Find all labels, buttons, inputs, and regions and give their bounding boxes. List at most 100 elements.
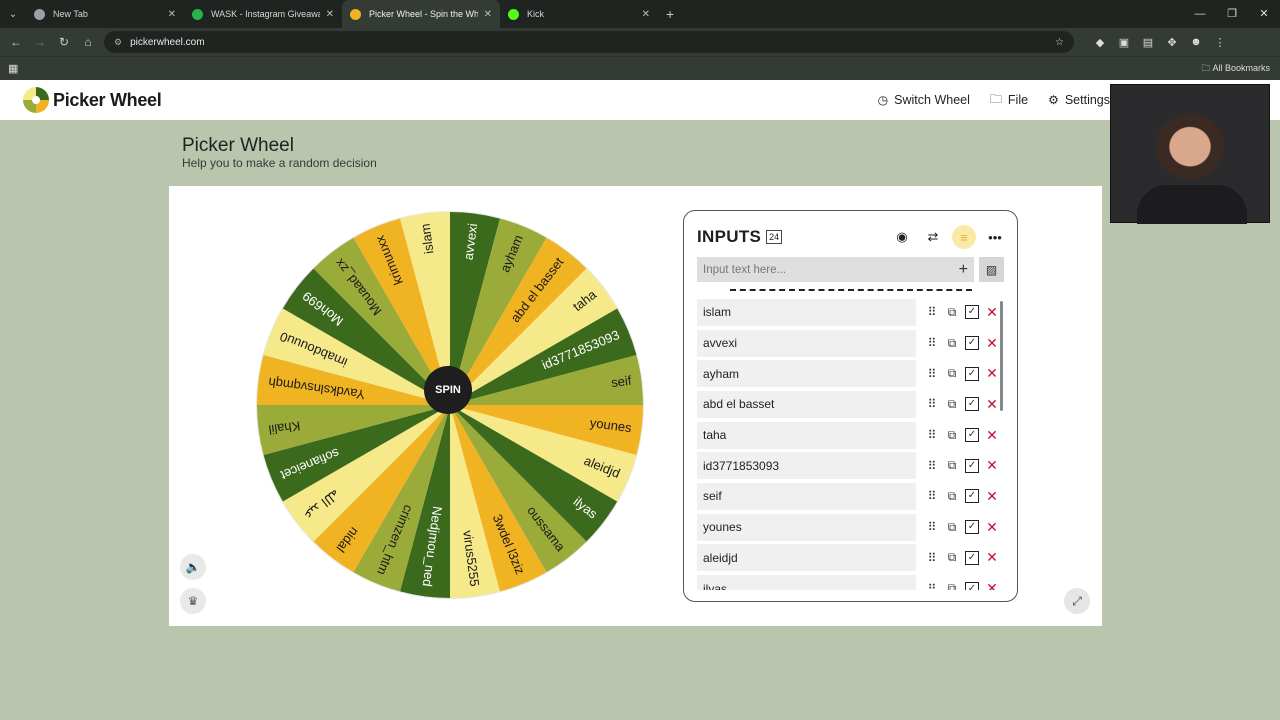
extensions-puzzle-icon[interactable]: ✥: [1160, 36, 1184, 49]
delete-icon[interactable]: ✕: [982, 519, 1002, 536]
delete-icon[interactable]: ✕: [982, 488, 1002, 505]
delete-icon[interactable]: ✕: [982, 427, 1002, 444]
extension-icon[interactable]: ◆: [1088, 36, 1112, 49]
input-entry-text[interactable]: islam: [697, 298, 916, 326]
menu-kebab-icon[interactable]: ⋮: [1208, 36, 1232, 49]
input-text-field[interactable]: Input text here... +: [697, 257, 974, 282]
spin-button[interactable]: SPIN: [424, 366, 472, 414]
include-checkbox[interactable]: ✓: [965, 305, 979, 320]
forward-icon[interactable]: →: [28, 35, 52, 49]
file-button[interactable]: 🗀 File: [990, 90, 1028, 111]
extension-icon[interactable]: ▣: [1112, 36, 1136, 49]
drag-handle-icon[interactable]: ⠿: [922, 336, 942, 350]
eye-icon[interactable]: ◉: [890, 225, 914, 249]
include-checkbox[interactable]: ✓: [965, 550, 979, 565]
input-entry-controls: ⠿ ⧉ ✓ ✕: [922, 335, 1002, 352]
new-tab-button[interactable]: +: [666, 6, 674, 22]
sound-icon[interactable]: 🔈: [180, 554, 206, 580]
tab-close-icon[interactable]: ✕: [484, 9, 492, 20]
input-entry-row: abd el basset ⠿ ⧉ ✓ ✕: [697, 389, 1007, 420]
duplicate-icon[interactable]: ⧉: [942, 428, 962, 443]
input-entry-text[interactable]: younes: [697, 513, 916, 541]
sort-icon[interactable]: ≡: [952, 225, 976, 249]
profile-icon[interactable]: ☻: [1184, 36, 1208, 48]
drag-handle-icon[interactable]: ⠿: [922, 459, 942, 473]
input-entry-text[interactable]: aleidjd: [697, 544, 916, 572]
delete-icon[interactable]: ✕: [982, 304, 1002, 321]
delete-icon[interactable]: ✕: [982, 335, 1002, 352]
duplicate-icon[interactable]: ⧉: [942, 305, 962, 320]
browser-tab[interactable]: Kick ✕: [500, 0, 658, 28]
delete-icon[interactable]: ✕: [982, 396, 1002, 413]
include-checkbox[interactable]: ✓: [965, 397, 979, 412]
more-icon[interactable]: •••: [983, 225, 1007, 249]
include-checkbox[interactable]: ✓: [965, 520, 979, 535]
image-upload-icon[interactable]: ▨: [979, 257, 1004, 282]
duplicate-icon[interactable]: ⧉: [942, 458, 962, 473]
delete-icon[interactable]: ✕: [982, 457, 1002, 474]
reload-icon[interactable]: ↻: [52, 35, 76, 49]
restore-icon[interactable]: ❐: [1216, 0, 1248, 28]
duplicate-icon[interactable]: ⧉: [942, 366, 962, 381]
inputs-panel: INPUTS 24 ◉ ⇄ ≡ ••• Input text here... +…: [683, 210, 1018, 602]
site-logo[interactable]: Picker Wheel: [23, 87, 162, 113]
input-entry-controls: ⠿ ⧉ ✓ ✕: [922, 519, 1002, 536]
include-checkbox[interactable]: ✓: [965, 489, 979, 504]
duplicate-icon[interactable]: ⧉: [942, 489, 962, 504]
trophy-icon[interactable]: ♛: [180, 588, 206, 614]
tab-close-icon[interactable]: ✕: [168, 9, 176, 20]
include-checkbox[interactable]: ✓: [965, 428, 979, 443]
extension-icon[interactable]: ▤: [1136, 36, 1160, 49]
drag-handle-icon[interactable]: ⠿: [922, 582, 942, 590]
bookmark-star-icon[interactable]: ☆: [1055, 37, 1064, 48]
input-entry-row: seif ⠿ ⧉ ✓ ✕: [697, 481, 1007, 512]
site-info-icon[interactable]: ⚙: [114, 37, 122, 48]
input-entry-text[interactable]: seif: [697, 482, 916, 510]
delete-icon[interactable]: ✕: [982, 365, 1002, 382]
drag-handle-icon[interactable]: ⠿: [922, 489, 942, 503]
minimize-icon[interactable]: —: [1184, 0, 1216, 28]
include-checkbox[interactable]: ✓: [965, 336, 979, 351]
tab-close-icon[interactable]: ✕: [642, 9, 650, 20]
drag-handle-icon[interactable]: ⠿: [922, 551, 942, 565]
delete-icon[interactable]: ✕: [982, 580, 1002, 590]
back-icon[interactable]: ←: [4, 35, 28, 49]
input-entry-text[interactable]: ayham: [697, 360, 916, 388]
include-checkbox[interactable]: ✓: [965, 581, 979, 590]
inputs-scrollbar[interactable]: [1000, 301, 1003, 411]
include-checkbox[interactable]: ✓: [965, 458, 979, 473]
all-bookmarks-link[interactable]: 🗀 All Bookmarks: [1201, 61, 1270, 77]
browser-tab[interactable]: New Tab ✕: [26, 0, 184, 28]
apps-grid-icon[interactable]: ▦: [8, 62, 18, 75]
input-entry-text[interactable]: taha: [697, 421, 916, 449]
input-entry-row: ayham ⠿ ⧉ ✓ ✕: [697, 358, 1007, 389]
tab-close-icon[interactable]: ✕: [326, 9, 334, 20]
duplicate-icon[interactable]: ⧉: [942, 581, 962, 590]
close-window-icon[interactable]: ✕: [1248, 0, 1280, 28]
input-entry-text[interactable]: ilyas: [697, 575, 916, 590]
drag-handle-icon[interactable]: ⠿: [922, 367, 942, 381]
duplicate-icon[interactable]: ⧉: [942, 520, 962, 535]
drag-handle-icon[interactable]: ⠿: [922, 305, 942, 319]
input-entry-text[interactable]: id3771853093: [697, 452, 916, 480]
input-entry-text[interactable]: abd el basset: [697, 390, 916, 418]
duplicate-icon[interactable]: ⧉: [942, 397, 962, 412]
add-entry-icon[interactable]: +: [959, 261, 968, 279]
include-checkbox[interactable]: ✓: [965, 366, 979, 381]
browser-tab[interactable]: WASK - Instagram Giveaway ✕: [184, 0, 342, 28]
tab-search-icon[interactable]: ⌄: [0, 0, 26, 28]
switch-wheel-button[interactable]: ◷ Switch Wheel: [878, 93, 970, 107]
drag-handle-icon[interactable]: ⠿: [922, 428, 942, 442]
duplicate-icon[interactable]: ⧉: [942, 550, 962, 565]
fullscreen-icon[interactable]: ⤢: [1064, 588, 1090, 614]
url-field[interactable]: ⚙ pickerwheel.com ☆: [104, 31, 1074, 53]
shuffle-icon[interactable]: ⇄: [921, 225, 945, 249]
duplicate-icon[interactable]: ⧉: [942, 336, 962, 351]
drag-handle-icon[interactable]: ⠿: [922, 397, 942, 411]
delete-icon[interactable]: ✕: [982, 549, 1002, 566]
input-entry-text[interactable]: avvexi: [697, 329, 916, 357]
home-icon[interactable]: ⌂: [76, 35, 100, 49]
settings-button[interactable]: ⚙ Settings: [1048, 93, 1110, 107]
browser-tab[interactable]: Picker Wheel - Spin the Wheel ✕: [342, 0, 500, 28]
drag-handle-icon[interactable]: ⠿: [922, 520, 942, 534]
